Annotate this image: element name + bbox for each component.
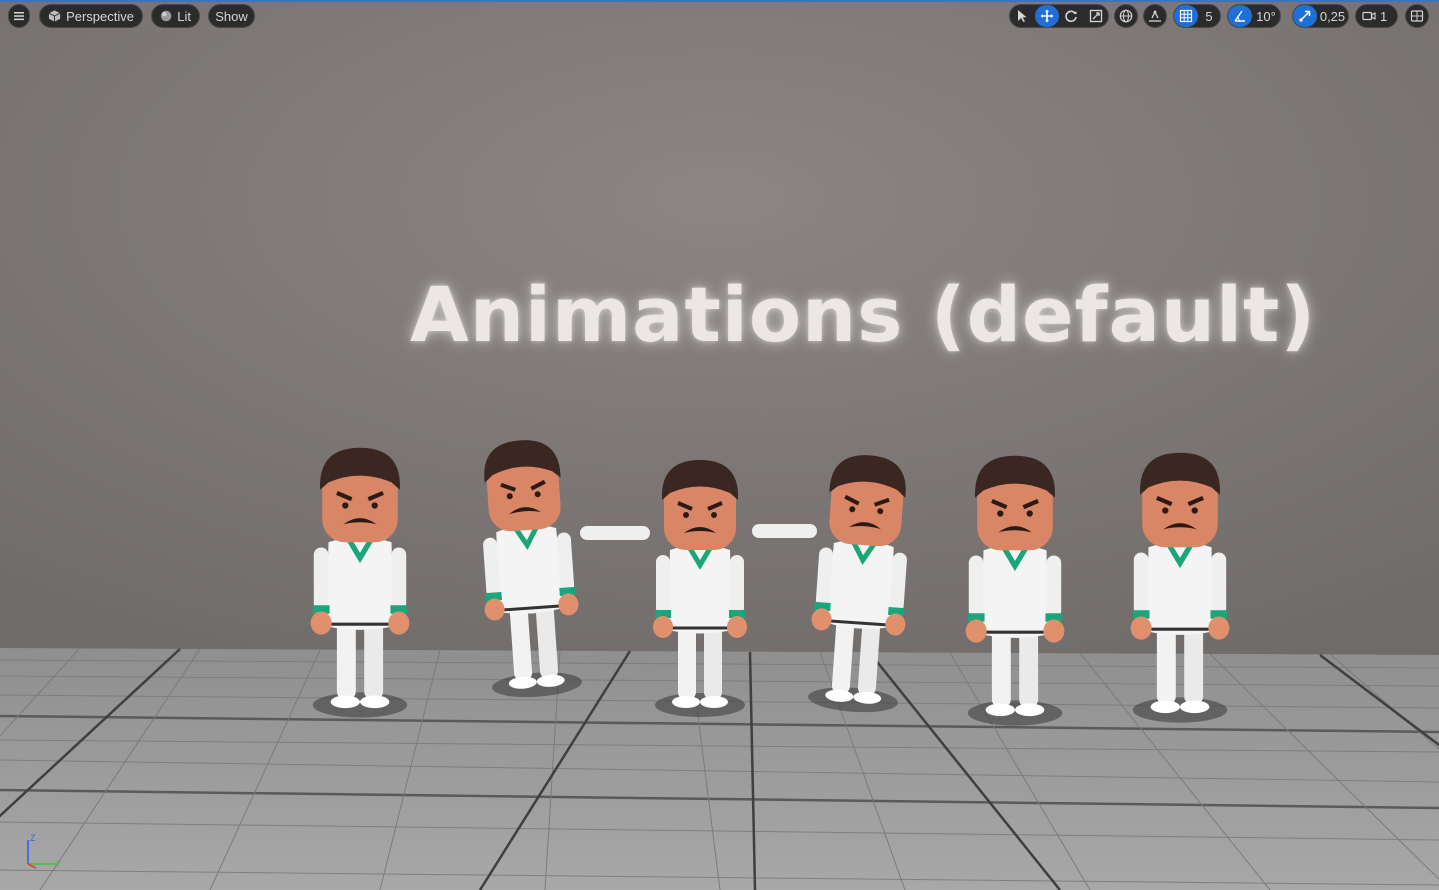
scale-snap-group: 0,25 xyxy=(1292,4,1349,28)
grid-snap-value: 5 xyxy=(1205,8,1213,24)
rotation-snap-toggle[interactable] xyxy=(1228,5,1252,27)
axis-y-label: Y xyxy=(55,859,61,869)
move-icon xyxy=(1040,9,1054,23)
hamburger-menu-icon xyxy=(14,12,24,21)
surface-snapping-icon xyxy=(1149,10,1161,22)
grid-snap-icon xyxy=(1179,9,1193,23)
world-globe-icon xyxy=(1119,9,1133,23)
move-tool-button[interactable] xyxy=(1034,5,1059,27)
lighting-mode-label: Lit xyxy=(177,8,191,24)
scale-icon xyxy=(1089,9,1102,23)
axis-gizmo: Z Y xyxy=(27,833,61,869)
scene-heading-text: Animations (default) xyxy=(410,270,1317,359)
camera-speed-value: 1 xyxy=(1380,8,1388,24)
surface-snapping-button[interactable] xyxy=(1143,4,1167,28)
viewport-layout-button[interactable] xyxy=(1405,4,1429,28)
angle-snap-icon xyxy=(1234,10,1245,22)
rotation-snap-group: 10° xyxy=(1227,4,1281,28)
viewport-layout-icon xyxy=(1410,10,1424,22)
rotate-icon xyxy=(1065,10,1078,23)
grid-snap-toggle[interactable] xyxy=(1174,5,1198,27)
grid-snap-value-dropdown[interactable]: 5 xyxy=(1198,5,1220,27)
transform-tools-group xyxy=(1009,4,1109,28)
lit-sphere-icon xyxy=(160,10,172,22)
camera-icon xyxy=(1362,11,1376,21)
viewport-options-button[interactable] xyxy=(8,4,30,28)
scale-snap-value: 0,25 xyxy=(1319,8,1346,24)
scale-snap-value-dropdown[interactable]: 0,25 xyxy=(1317,5,1348,27)
scale-snap-toggle[interactable] xyxy=(1293,5,1317,27)
select-arrow-icon xyxy=(1018,10,1027,22)
select-tool-button[interactable] xyxy=(1010,5,1035,27)
camera-speed-dropdown[interactable]: 1 xyxy=(1355,4,1398,28)
scene-render xyxy=(0,0,1439,890)
coordinate-space-button[interactable] xyxy=(1114,4,1138,28)
scale-snap-icon xyxy=(1299,10,1311,22)
rotate-tool-button[interactable] xyxy=(1059,5,1084,27)
grid-snap-group: 5 xyxy=(1173,4,1221,28)
show-flags-dropdown[interactable]: Show xyxy=(208,4,255,28)
lighting-mode-dropdown[interactable]: Lit xyxy=(151,4,200,28)
show-label: Show xyxy=(215,8,248,24)
viewport-active-border xyxy=(0,0,1439,2)
rotation-snap-value: 10° xyxy=(1256,8,1276,24)
perspective-cube-icon xyxy=(48,10,61,22)
view-mode-label: Perspective xyxy=(66,8,134,24)
axis-z-label: Z xyxy=(30,833,36,843)
view-mode-dropdown[interactable]: Perspective xyxy=(39,4,143,28)
level-viewport[interactable]: Animations (default) Perspective Lit Sho… xyxy=(0,0,1439,890)
rotation-snap-value-dropdown[interactable]: 10° xyxy=(1252,5,1280,27)
scale-tool-button[interactable] xyxy=(1084,5,1109,27)
